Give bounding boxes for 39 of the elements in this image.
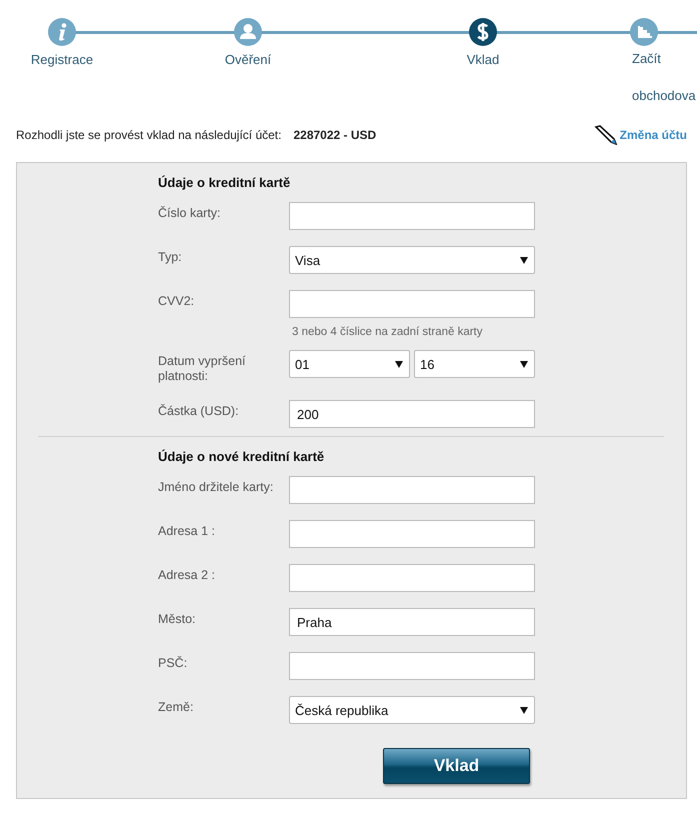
field-label: Jméno držitele karty:	[158, 479, 274, 495]
field-label: Země:	[158, 699, 194, 715]
input-field[interactable]	[289, 476, 535, 504]
caret-icon	[520, 706, 528, 714]
hint-text: 3 nebo 4 číslice na zadní straně karty	[291, 326, 484, 338]
field-label: Typ:	[158, 249, 183, 265]
input-field[interactable]: Praha	[289, 608, 535, 636]
account-text: Rozhodli jste se provést vklad na následující účet:	[16, 128, 282, 142]
select-field[interactable]: Česká republika	[289, 696, 535, 724]
input-field[interactable]	[289, 202, 535, 230]
account-number: 2287022 - USD	[293, 128, 376, 142]
select-field[interactable]: 01	[289, 350, 410, 378]
field-label: Adresa 2 :	[158, 567, 216, 583]
field-label: Částka (USD):	[158, 403, 240, 419]
input-field[interactable]	[289, 652, 535, 680]
input-field[interactable]	[289, 564, 535, 592]
field-label: Město:	[158, 611, 197, 627]
field-label: CVV2:	[158, 293, 196, 309]
pen-icon	[594, 125, 618, 145]
field-label: Datum vypršení platnosti:	[158, 353, 247, 384]
deposit-button[interactable]: Vklad	[383, 748, 530, 784]
field-label: Adresa 1 :	[158, 523, 216, 539]
section-heading: Údaje o nové kreditní kartě	[158, 448, 326, 466]
step-label: Registrace	[30, 52, 94, 67]
step-label: Začít obchodova	[632, 50, 696, 105]
select-field[interactable]: Visa	[289, 246, 535, 274]
caret-icon	[520, 256, 528, 264]
caret-icon	[520, 360, 528, 368]
field-label: Číslo karty:	[158, 205, 222, 221]
field-label: PSČ:	[158, 655, 188, 671]
input-field[interactable]: 200	[289, 400, 535, 428]
step-label: Vklad	[466, 52, 500, 67]
section-heading: Údaje o kreditní kartě	[158, 174, 292, 192]
caret-icon	[395, 360, 403, 368]
input-field[interactable]	[289, 520, 535, 548]
step-label: Ověření	[224, 52, 272, 67]
select-field[interactable]: 16	[414, 350, 535, 378]
input-field[interactable]	[289, 290, 535, 318]
change-account-link[interactable]: Změna účtu	[620, 128, 687, 142]
